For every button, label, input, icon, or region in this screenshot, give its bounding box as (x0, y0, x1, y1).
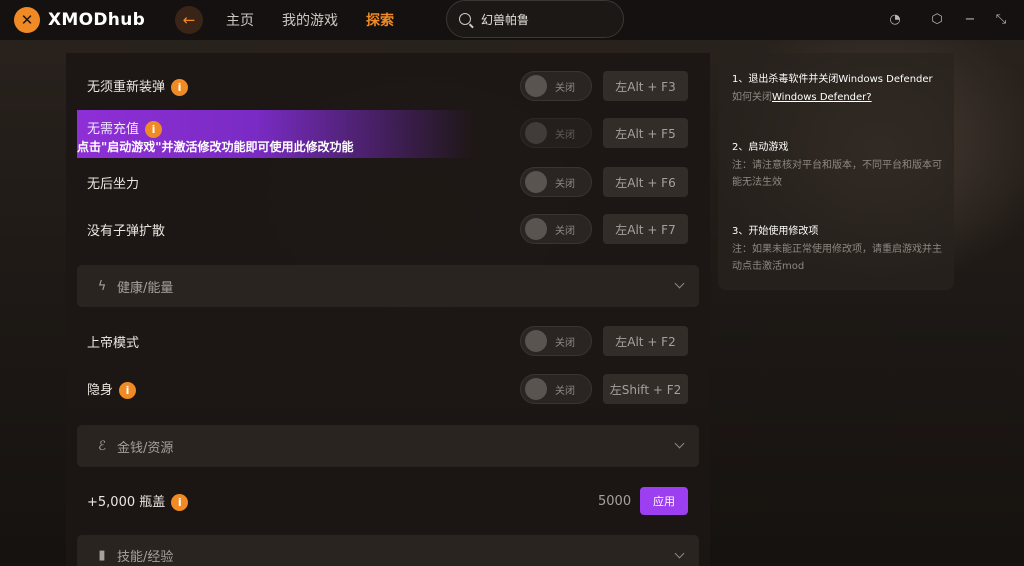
section-money[interactable]: ℰ 金钱/资源 (77, 425, 699, 467)
cheat-label: +5,000 瓶盖 i (87, 491, 189, 511)
chevron-down-icon (674, 278, 685, 289)
lightning-icon: ϟ (97, 278, 107, 294)
chevron-down-icon (674, 548, 685, 559)
toggle-knob (525, 75, 547, 97)
info-icon[interactable]: i (171, 79, 189, 96)
toggle-knob (525, 218, 547, 240)
minimize-icon[interactable]: − (961, 10, 979, 28)
section-health[interactable]: ϟ 健康/能量 (77, 265, 699, 307)
step-1-note: 如何关闭Windows Defender? (732, 92, 872, 103)
hotkey-button[interactable]: 左Alt + F3 (603, 71, 688, 101)
cheat-label: 隐身 i (87, 379, 137, 399)
toggle-label: 关闭 (555, 226, 575, 237)
toggle-switch[interactable]: 关闭 (520, 71, 592, 101)
money-bag-icon: ℰ (98, 438, 106, 454)
search-input[interactable] (481, 12, 611, 26)
info-icon[interactable]: i (119, 382, 137, 399)
cheat-label: 上帝模式 (87, 335, 140, 351)
toggle-label: 关闭 (555, 83, 575, 94)
cheat-label: 无后坐力 (87, 176, 140, 192)
cheat-panel: 无须重新装弹 i 关闭 左Alt + F3 关闭 左Alt + F5 无需充值 i … (66, 53, 710, 566)
nav-my-games[interactable]: 我的游戏 (282, 10, 338, 30)
hotkey-button[interactable]: 左Shift + F2 (603, 374, 688, 404)
toggle-switch[interactable]: 关闭 (520, 326, 592, 356)
toggle-switch[interactable]: 关闭 (520, 214, 592, 244)
nav-home[interactable]: 主页 (226, 10, 254, 30)
search-box[interactable] (446, 0, 624, 38)
cheat-row-stealth: 隐身 i 关闭 左Shift + F2 (66, 369, 710, 409)
windows-defender-link[interactable]: Windows Defender? (772, 92, 872, 103)
notification-icon[interactable]: ◔ (886, 10, 904, 28)
cheat-label: 没有子弹扩散 (87, 223, 166, 239)
section-skills[interactable]: ▮ 技能/经验 (77, 535, 699, 566)
cheat-row-no-reload: 无须重新装弹 i 关闭 左Alt + F3 (66, 66, 710, 106)
cheat-label: 无须重新装弹 i (87, 76, 189, 96)
hotkey-button[interactable]: 左Alt + F7 (603, 214, 688, 244)
step-2-note: 注：请注意核对平台和版本，不同平台和版本可能无法生效 (732, 160, 942, 188)
toggle-label: 关闭 (555, 338, 575, 349)
chevron-down-icon (674, 438, 685, 449)
xmod-logo-icon: ✕ (14, 7, 40, 33)
arrow-left-icon: ← (182, 11, 196, 29)
hotkey-button[interactable]: 左Alt + F2 (603, 326, 688, 356)
toggle-knob (525, 122, 547, 144)
step-2-title: 2、启动游戏 (732, 142, 789, 153)
toggle-label: 关闭 (555, 130, 575, 141)
step-3-title: 3、开始使用修改项 (732, 226, 819, 237)
apply-button[interactable]: 应用 (640, 487, 688, 515)
cheat-row-no-recoil: 无后坐力 关闭 左Alt + F6 (66, 162, 710, 202)
section-label: 技能/经验 (117, 549, 174, 565)
cheat-label: 无需充值 i (87, 118, 163, 138)
toggle-switch[interactable]: 关闭 (520, 118, 592, 148)
step-1-title: 1、退出杀毒软件并关闭Windows Defender (732, 74, 933, 85)
activation-promo[interactable]: 无需充值 i 点击"启动游戏"并激活修改功能即可使用此修改功能 (77, 110, 474, 158)
amount-input[interactable]: 5000 (598, 494, 631, 509)
top-bar: ✕ XMODhub ← 主页 我的游戏 探索 ◔ ⬡ − ⤡ (0, 0, 1024, 40)
logo[interactable]: ✕ XMODhub (14, 7, 145, 33)
toggle-knob (525, 378, 547, 400)
cheat-row-no-spread: 没有子弹扩散 关闭 左Alt + F7 (66, 209, 710, 249)
logo-text: XMODhub (48, 10, 146, 30)
section-label: 健康/能量 (117, 280, 174, 296)
fullscreen-icon[interactable]: ⤡ (992, 10, 1010, 28)
toggle-switch[interactable]: 关闭 (520, 374, 592, 404)
toggle-label: 关闭 (555, 386, 575, 397)
toggle-label: 关闭 (555, 179, 575, 190)
cheat-row-god-mode: 上帝模式 关闭 左Alt + F2 (66, 321, 710, 361)
back-button[interactable]: ← (175, 6, 203, 34)
toggle-knob (525, 171, 547, 193)
promo-text: 点击"启动游戏"并激活修改功能即可使用此修改功能 (77, 140, 354, 154)
step-3-note: 注：如果未能正常使用修改项，请重启游戏并主动点击激活mod (732, 244, 942, 272)
settings-icon[interactable]: ⬡ (928, 10, 946, 28)
section-label: 金钱/资源 (117, 440, 174, 456)
hotkey-button[interactable]: 左Alt + F6 (603, 167, 688, 197)
info-icon[interactable]: i (171, 494, 189, 511)
toggle-switch[interactable]: 关闭 (520, 167, 592, 197)
bar-chart-icon: ▮ (98, 547, 106, 563)
main-nav: 主页 我的游戏 探索 (226, 0, 422, 40)
usage-guide: 1、退出杀毒软件并关闭Windows Defender 如何关闭Windows … (718, 53, 954, 290)
toggle-knob (525, 330, 547, 352)
cheat-row-bottle-caps: +5,000 瓶盖 i 5000 应用 (66, 481, 710, 521)
info-icon[interactable]: i (145, 121, 163, 138)
hotkey-button[interactable]: 左Alt + F5 (603, 118, 688, 148)
nav-explore[interactable]: 探索 (366, 10, 394, 30)
search-icon (459, 13, 471, 25)
